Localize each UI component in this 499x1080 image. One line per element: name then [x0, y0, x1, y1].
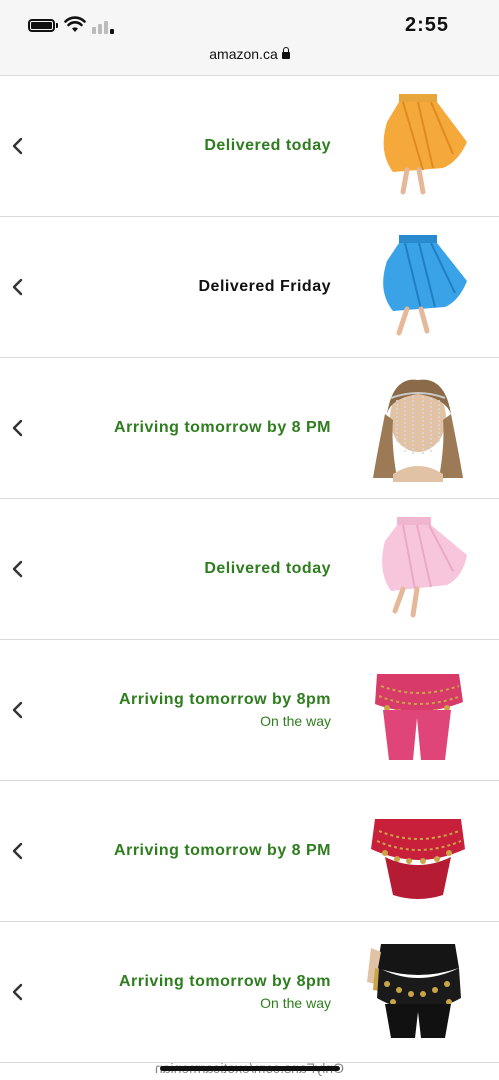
head-chain-image[interactable] — [363, 374, 473, 482]
order-status-block: Arriving tomorrow by 8pm On the way — [119, 922, 331, 1062]
lock-icon — [281, 46, 290, 59]
order-row[interactable]: Arriving tomorrow by 8 PM — [0, 781, 499, 922]
order-status-block: Arriving tomorrow by 8pm On the way — [119, 640, 331, 780]
address-text: amazon.ca — [209, 46, 278, 62]
order-row[interactable]: Delivered today — [0, 76, 499, 217]
chevron-left-icon[interactable] — [10, 559, 26, 579]
order-row[interactable]: Arriving tomorrow by 8pm On the way — [0, 640, 499, 781]
chevron-left-icon[interactable] — [10, 700, 26, 720]
delivery-substatus: On the way — [260, 713, 331, 729]
delivery-status: Arriving tomorrow by 8 PM — [114, 842, 331, 859]
order-status-block: Delivered today — [204, 76, 331, 216]
delivery-status: Delivered today — [204, 560, 331, 577]
status-bar: 2:55 amazon.ca — [0, 0, 499, 76]
delivery-status: Delivered Friday — [198, 278, 331, 295]
address-bar[interactable]: amazon.ca — [0, 46, 499, 62]
blue-skirt-image[interactable] — [363, 233, 473, 341]
cellular-signal-icon — [92, 21, 114, 34]
chevron-left-icon[interactable] — [10, 982, 26, 1002]
chevron-left-icon[interactable] — [10, 277, 26, 297]
pink-skirt-image[interactable] — [363, 515, 473, 623]
order-row[interactable]: Delivered today — [0, 499, 499, 640]
order-status-block: Arriving tomorrow by 8 PM — [114, 781, 331, 921]
delivery-status: Arriving tomorrow by 8pm — [118, 973, 331, 990]
delivery-status: Arriving tomorrow by 8pm — [118, 691, 331, 708]
pink-coin-scarf-image[interactable] — [363, 656, 473, 764]
order-row[interactable]: Delivered Friday — [0, 217, 499, 358]
status-time: 2:55 — [405, 14, 450, 36]
home-indicator[interactable] — [160, 1066, 340, 1071]
red-coin-scarf-image[interactable] — [363, 797, 473, 905]
black-coin-scarf-image[interactable] — [363, 938, 473, 1046]
order-row[interactable]: Arriving tomorrow by 8pm On the way — [0, 922, 499, 1063]
order-status-block: Delivered Friday — [199, 217, 332, 357]
order-row[interactable]: Arriving tomorrow by 8 PM — [0, 358, 499, 499]
wifi-icon — [64, 16, 86, 32]
order-list: Delivered today Delivered Friday Arrivin… — [0, 76, 499, 1063]
order-status-block: Arriving tomorrow by 8 PM — [114, 358, 331, 498]
chevron-left-icon[interactable] — [10, 841, 26, 861]
delivery-substatus: On the way — [260, 995, 331, 1011]
battery-icon — [28, 19, 58, 32]
orange-skirt-image[interactable] — [363, 92, 473, 200]
chevron-left-icon[interactable] — [10, 136, 26, 156]
chevron-left-icon[interactable] — [10, 418, 26, 438]
delivery-status: Arriving tomorrow by 8 PM — [114, 419, 331, 436]
order-status-block: Delivered today — [204, 499, 331, 639]
delivery-status: Delivered today — [204, 137, 331, 154]
